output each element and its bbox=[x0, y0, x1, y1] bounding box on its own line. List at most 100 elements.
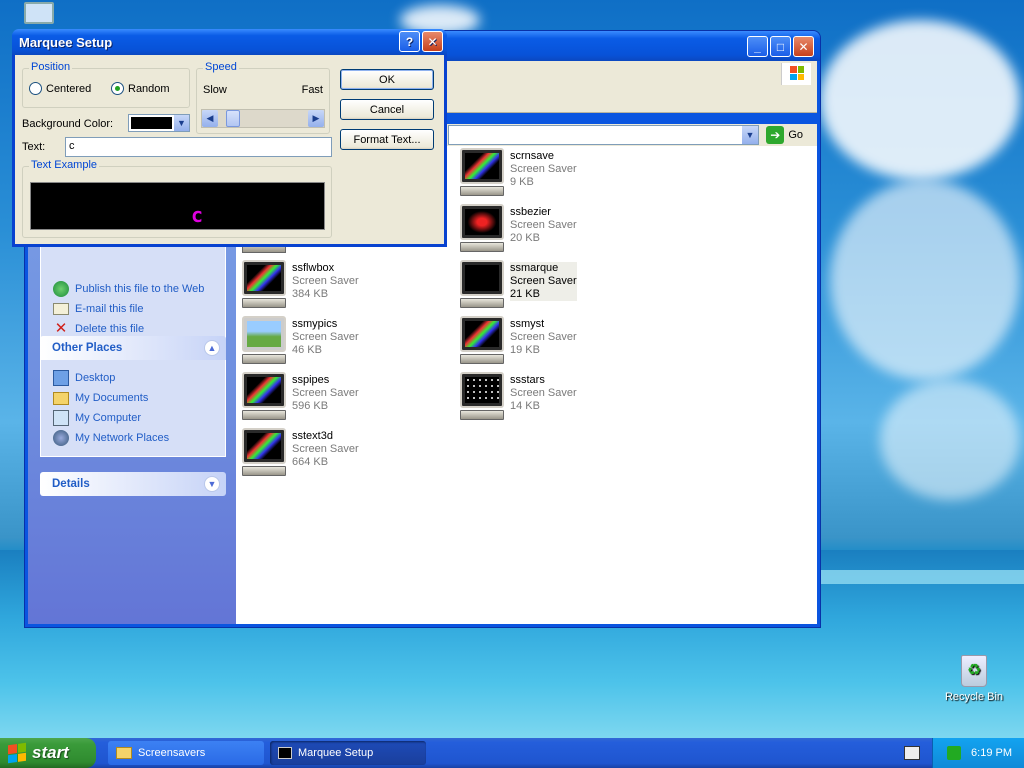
details-header[interactable]: Details ▼ bbox=[40, 472, 226, 496]
file-name: ssmyst bbox=[510, 318, 545, 330]
speed-slider[interactable]: ◀ ▶ bbox=[201, 109, 325, 128]
preview-text: c bbox=[191, 203, 204, 227]
place-my-computer[interactable]: My Computer bbox=[53, 408, 215, 428]
screen-saver-icon bbox=[458, 204, 506, 254]
maximize-button[interactable]: □ bbox=[770, 36, 791, 57]
centered-radio[interactable]: Centered bbox=[29, 82, 91, 95]
position-group: Position Centered Random bbox=[22, 61, 190, 108]
place-desktop[interactable]: Desktop bbox=[53, 368, 215, 388]
delete-x-icon: ✕ bbox=[54, 320, 68, 337]
task-label: Screensavers bbox=[138, 747, 206, 759]
desktop-icon-recycle-bin[interactable]: ♻ Recycle Bin bbox=[940, 655, 1008, 703]
close-button[interactable]: ✕ bbox=[422, 31, 443, 52]
background-color-select[interactable]: ▼ bbox=[128, 114, 190, 132]
slider-thumb[interactable] bbox=[226, 110, 240, 127]
text-preview: c bbox=[30, 182, 325, 230]
minimize-button[interactable]: _ bbox=[747, 36, 768, 57]
file-size: 596 KB bbox=[292, 400, 329, 412]
place-my-documents[interactable]: My Documents bbox=[53, 388, 215, 408]
fast-label: Fast bbox=[301, 84, 323, 96]
start-button[interactable]: start bbox=[0, 738, 96, 768]
chevron-down-icon[interactable]: ▼ bbox=[174, 115, 189, 131]
details-title: Details bbox=[52, 478, 90, 490]
chevron-up-icon[interactable]: ▲ bbox=[204, 340, 220, 356]
desktop-icon-my-computer[interactable] bbox=[22, 2, 56, 32]
file-item-ssmarque[interactable]: ssmarque Screen Saver 21 KB bbox=[454, 260, 664, 312]
place-my-network[interactable]: My Network Places bbox=[53, 428, 215, 448]
computer-icon bbox=[53, 410, 69, 426]
recycle-bin-icon: ♻ bbox=[961, 655, 987, 687]
computer-icon bbox=[24, 2, 54, 24]
screen-saver-icon bbox=[240, 372, 288, 422]
go-button[interactable]: ➔ Go bbox=[766, 126, 803, 144]
file-item-ssmyst[interactable]: ssmyst Screen Saver 19 KB bbox=[454, 316, 664, 368]
file-size: 9 KB bbox=[510, 176, 534, 188]
file-item-ssbezier[interactable]: ssbezier Screen Saver 20 KB bbox=[454, 204, 664, 256]
monitor-icon bbox=[278, 747, 292, 759]
other-places-body: Desktop My Documents My Computer My Netw… bbox=[40, 360, 226, 457]
close-button[interactable]: ✕ bbox=[793, 36, 814, 57]
help-button[interactable]: ? bbox=[399, 31, 420, 52]
screen-saver-icon bbox=[240, 316, 288, 366]
file-item-sstext3d[interactable]: sstext3d Screen Saver 664 KB bbox=[236, 428, 446, 480]
chevron-right-icon[interactable]: ▶ bbox=[308, 110, 324, 127]
file-size: 21 KB bbox=[510, 288, 540, 300]
task-publish-web[interactable]: Publish this file to the Web bbox=[53, 279, 215, 299]
address-input[interactable]: ▼ bbox=[448, 125, 759, 145]
dialog-titlebar[interactable]: Marquee Setup ? ✕ bbox=[12, 29, 447, 55]
cancel-button[interactable]: Cancel bbox=[340, 99, 434, 120]
network-tray-icon[interactable] bbox=[947, 746, 962, 760]
keyboard-icon[interactable] bbox=[904, 746, 920, 760]
ok-button[interactable]: OK bbox=[340, 69, 434, 90]
chevron-down-icon[interactable]: ▼ bbox=[204, 476, 220, 492]
task-label: Marquee Setup bbox=[298, 747, 374, 759]
random-radio[interactable]: Random bbox=[111, 82, 170, 95]
radio-circle bbox=[111, 82, 124, 95]
chevron-left-icon[interactable]: ◀ bbox=[202, 110, 218, 127]
taskbar-item-marquee-setup[interactable]: Marquee Setup bbox=[270, 741, 426, 765]
cloud bbox=[820, 20, 1020, 180]
file-name: ssflwbox bbox=[292, 262, 335, 274]
arrow-right-icon: ➔ bbox=[766, 126, 785, 144]
other-places-header[interactable]: Other Places ▲ bbox=[40, 336, 226, 360]
place-label: My Documents bbox=[75, 392, 149, 404]
random-label: Random bbox=[128, 82, 170, 95]
file-name: ssbezier bbox=[510, 206, 551, 218]
file-item-ssflwbox[interactable]: ssflwbox Screen Saver 384 KB bbox=[236, 260, 446, 312]
file-type: Screen Saver bbox=[292, 331, 359, 343]
marquee-text-input[interactable]: c bbox=[65, 137, 332, 157]
bgcolor-label: Background Color: bbox=[22, 118, 114, 130]
file-type: Screen Saver bbox=[510, 387, 577, 399]
screen-saver-icon bbox=[458, 148, 506, 198]
chevron-down-icon[interactable]: ▼ bbox=[742, 126, 758, 144]
file-type: Screen Saver bbox=[510, 275, 577, 287]
file-item-ssmypics[interactable]: ssmypics Screen Saver 46 KB bbox=[236, 316, 446, 368]
go-label: Go bbox=[788, 129, 803, 141]
envelope-icon bbox=[53, 303, 69, 315]
clock[interactable]: 6:19 PM bbox=[971, 747, 1012, 759]
screen-saver-icon bbox=[458, 260, 506, 310]
file-size: 19 KB bbox=[510, 344, 540, 356]
file-type: Screen Saver bbox=[510, 219, 577, 231]
file-size: 384 KB bbox=[292, 288, 329, 300]
file-item-ssstars[interactable]: ssstars Screen Saver 14 KB bbox=[454, 372, 664, 424]
screen-saver-icon bbox=[240, 428, 288, 478]
format-text-button[interactable]: Format Text... bbox=[340, 129, 434, 150]
folder-icon bbox=[53, 391, 69, 405]
radio-circle bbox=[29, 82, 42, 95]
dialog-title-buttons: ? ✕ bbox=[399, 31, 443, 52]
file-item-scrnsave[interactable]: scrnsave Screen Saver 9 KB bbox=[454, 148, 664, 200]
file-name: ssmarque bbox=[510, 262, 559, 274]
color-swatch bbox=[131, 117, 172, 129]
start-label: start bbox=[32, 743, 69, 762]
centered-label: Centered bbox=[46, 82, 92, 95]
taskbar: start Screensavers Marquee Setup 6:19 PM bbox=[0, 738, 1024, 768]
taskbar-item-screensavers[interactable]: Screensavers bbox=[108, 741, 264, 765]
task-email-file[interactable]: E-mail this file bbox=[53, 299, 215, 319]
slow-label: Slow bbox=[203, 84, 227, 96]
place-label: Desktop bbox=[75, 372, 116, 384]
file-item-sspipes[interactable]: sspipes Screen Saver 596 KB bbox=[236, 372, 446, 424]
file-name: ssstars bbox=[510, 374, 545, 386]
folder-icon bbox=[116, 747, 132, 759]
windows-flag-icon bbox=[8, 742, 26, 764]
